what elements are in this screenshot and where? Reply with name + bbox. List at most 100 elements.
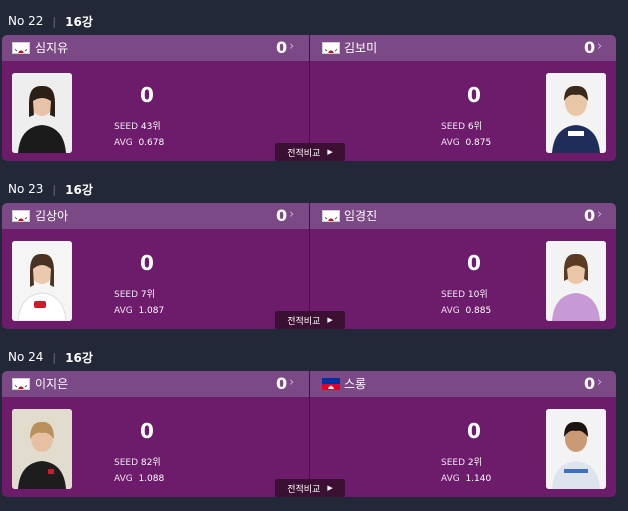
compare-label: 전적비교 bbox=[287, 316, 321, 327]
player-bar-left[interactable]: 심지유 0 › bbox=[2, 35, 309, 61]
header-separator: | bbox=[52, 14, 57, 28]
play-triangle-icon: ▶ bbox=[327, 484, 333, 492]
avg-value: 0.678 bbox=[138, 138, 165, 148]
match-number: No 22 bbox=[8, 14, 44, 28]
seed-label: SEED bbox=[441, 122, 466, 132]
avg-stat: AVG 0.885 bbox=[441, 306, 491, 316]
avg-label: AVG bbox=[114, 474, 133, 484]
avg-label: AVG bbox=[114, 306, 133, 316]
korea-flag-icon bbox=[322, 210, 340, 222]
avg-label: AVG bbox=[114, 138, 133, 148]
seed-value: 6위 bbox=[467, 122, 482, 132]
player-name: 김보미 bbox=[344, 41, 378, 55]
seed-stat: SEED 82위 bbox=[114, 455, 161, 468]
compare-label: 전적비교 bbox=[287, 148, 321, 159]
avg-label: AVG bbox=[441, 138, 460, 148]
player-score: 0 bbox=[140, 83, 154, 107]
chevron-right-icon[interactable]: › bbox=[597, 375, 602, 390]
match-round: 16강 bbox=[65, 350, 93, 365]
player-bar-right[interactable]: 스롱 0 › bbox=[310, 371, 616, 397]
player-bar-right[interactable]: 임경진 0 › bbox=[310, 203, 616, 229]
korea-flag-icon bbox=[12, 378, 30, 390]
compare-button[interactable]: 전적비교 ▶ bbox=[275, 479, 345, 497]
seed-value: 43위 bbox=[140, 122, 161, 132]
player-score: 0 bbox=[467, 251, 481, 275]
chevron-right-icon[interactable]: › bbox=[597, 39, 602, 54]
seed-value: 82위 bbox=[140, 458, 161, 468]
avg-value: 0.885 bbox=[465, 306, 492, 316]
match-number: No 24 bbox=[8, 350, 44, 364]
player-name: 임경진 bbox=[344, 209, 378, 223]
avg-value: 0.875 bbox=[465, 138, 492, 148]
player-photo bbox=[546, 409, 606, 489]
korea-flag-icon bbox=[12, 210, 30, 222]
chevron-right-icon[interactable]: › bbox=[289, 375, 294, 390]
match-number: No 23 bbox=[8, 182, 44, 196]
seed-label: SEED bbox=[114, 290, 139, 300]
player-name: 이지은 bbox=[35, 377, 69, 391]
seed-label: SEED bbox=[441, 458, 466, 468]
chevron-right-icon[interactable]: › bbox=[597, 207, 602, 222]
seed-stat: SEED 2위 bbox=[441, 455, 482, 468]
korea-flag-icon bbox=[322, 42, 340, 54]
match-header: No 22 | 16강 bbox=[8, 11, 93, 31]
player-bar-left[interactable]: 김상아 0 › bbox=[2, 203, 309, 229]
seed-stat: SEED 7위 bbox=[114, 287, 155, 300]
match-card: 김상아 0 › 임경진 0 › 0 SEED 7위 AVG 1.087 0 SE… bbox=[2, 203, 616, 329]
player-name: 김상아 bbox=[35, 209, 69, 223]
compare-label: 전적비교 bbox=[287, 484, 321, 495]
seed-label: SEED bbox=[114, 122, 139, 132]
match-round: 16강 bbox=[65, 14, 93, 29]
play-triangle-icon: ▶ bbox=[327, 316, 333, 324]
player-photo bbox=[546, 241, 606, 321]
avg-label: AVG bbox=[441, 306, 460, 316]
seed-stat: SEED 10위 bbox=[441, 287, 488, 300]
chevron-right-icon[interactable]: › bbox=[289, 39, 294, 54]
player-photo bbox=[546, 73, 606, 153]
play-triangle-icon: ▶ bbox=[327, 148, 333, 156]
seed-value: 2위 bbox=[467, 458, 482, 468]
avg-stat: AVG 1.087 bbox=[114, 306, 164, 316]
chevron-right-icon[interactable]: › bbox=[289, 207, 294, 222]
avg-stat: AVG 0.678 bbox=[114, 138, 164, 148]
player-score: 0 bbox=[467, 83, 481, 107]
player-score: 0 bbox=[140, 251, 154, 275]
player-bar-left[interactable]: 이지은 0 › bbox=[2, 371, 309, 397]
set-score: 0 bbox=[584, 374, 596, 393]
seed-label: SEED bbox=[441, 290, 466, 300]
set-score: 0 bbox=[584, 206, 596, 225]
match-card: 이지은 0 › 스롱 0 › 0 SEED 82위 AVG 1.088 0 SE… bbox=[2, 371, 616, 497]
compare-button[interactable]: 전적비교 ▶ bbox=[275, 311, 345, 329]
set-score: 0 bbox=[276, 206, 288, 225]
avg-value: 1.140 bbox=[465, 474, 492, 484]
player-score: 0 bbox=[467, 419, 481, 443]
match-header: No 24 | 16강 bbox=[8, 347, 93, 367]
seed-stat: SEED 43위 bbox=[114, 119, 161, 132]
header-separator: | bbox=[52, 182, 57, 196]
set-score: 0 bbox=[276, 38, 288, 57]
player-photo bbox=[12, 73, 72, 153]
header-separator: | bbox=[52, 350, 57, 364]
avg-value: 1.088 bbox=[138, 474, 165, 484]
avg-stat: AVG 0.875 bbox=[441, 138, 491, 148]
player-score: 0 bbox=[140, 419, 154, 443]
player-photo bbox=[12, 241, 72, 321]
player-name: 심지유 bbox=[35, 41, 69, 55]
avg-stat: AVG 1.088 bbox=[114, 474, 164, 484]
korea-flag-icon bbox=[12, 42, 30, 54]
player-name: 스롱 bbox=[344, 377, 367, 391]
seed-value: 7위 bbox=[140, 290, 155, 300]
avg-value: 1.087 bbox=[138, 306, 165, 316]
seed-stat: SEED 6위 bbox=[441, 119, 482, 132]
compare-button[interactable]: 전적비교 ▶ bbox=[275, 143, 345, 161]
player-photo bbox=[12, 409, 72, 489]
set-score: 0 bbox=[276, 374, 288, 393]
cambodia-flag-icon bbox=[322, 378, 340, 390]
seed-value: 10위 bbox=[467, 290, 488, 300]
match-round: 16강 bbox=[65, 182, 93, 197]
match-card: 심지유 0 › 김보미 0 › 0 SEED 43위 AVG 0.678 0 S… bbox=[2, 35, 616, 161]
set-score: 0 bbox=[584, 38, 596, 57]
avg-label: AVG bbox=[441, 474, 460, 484]
match-header: No 23 | 16강 bbox=[8, 179, 93, 199]
player-bar-right[interactable]: 김보미 0 › bbox=[310, 35, 616, 61]
